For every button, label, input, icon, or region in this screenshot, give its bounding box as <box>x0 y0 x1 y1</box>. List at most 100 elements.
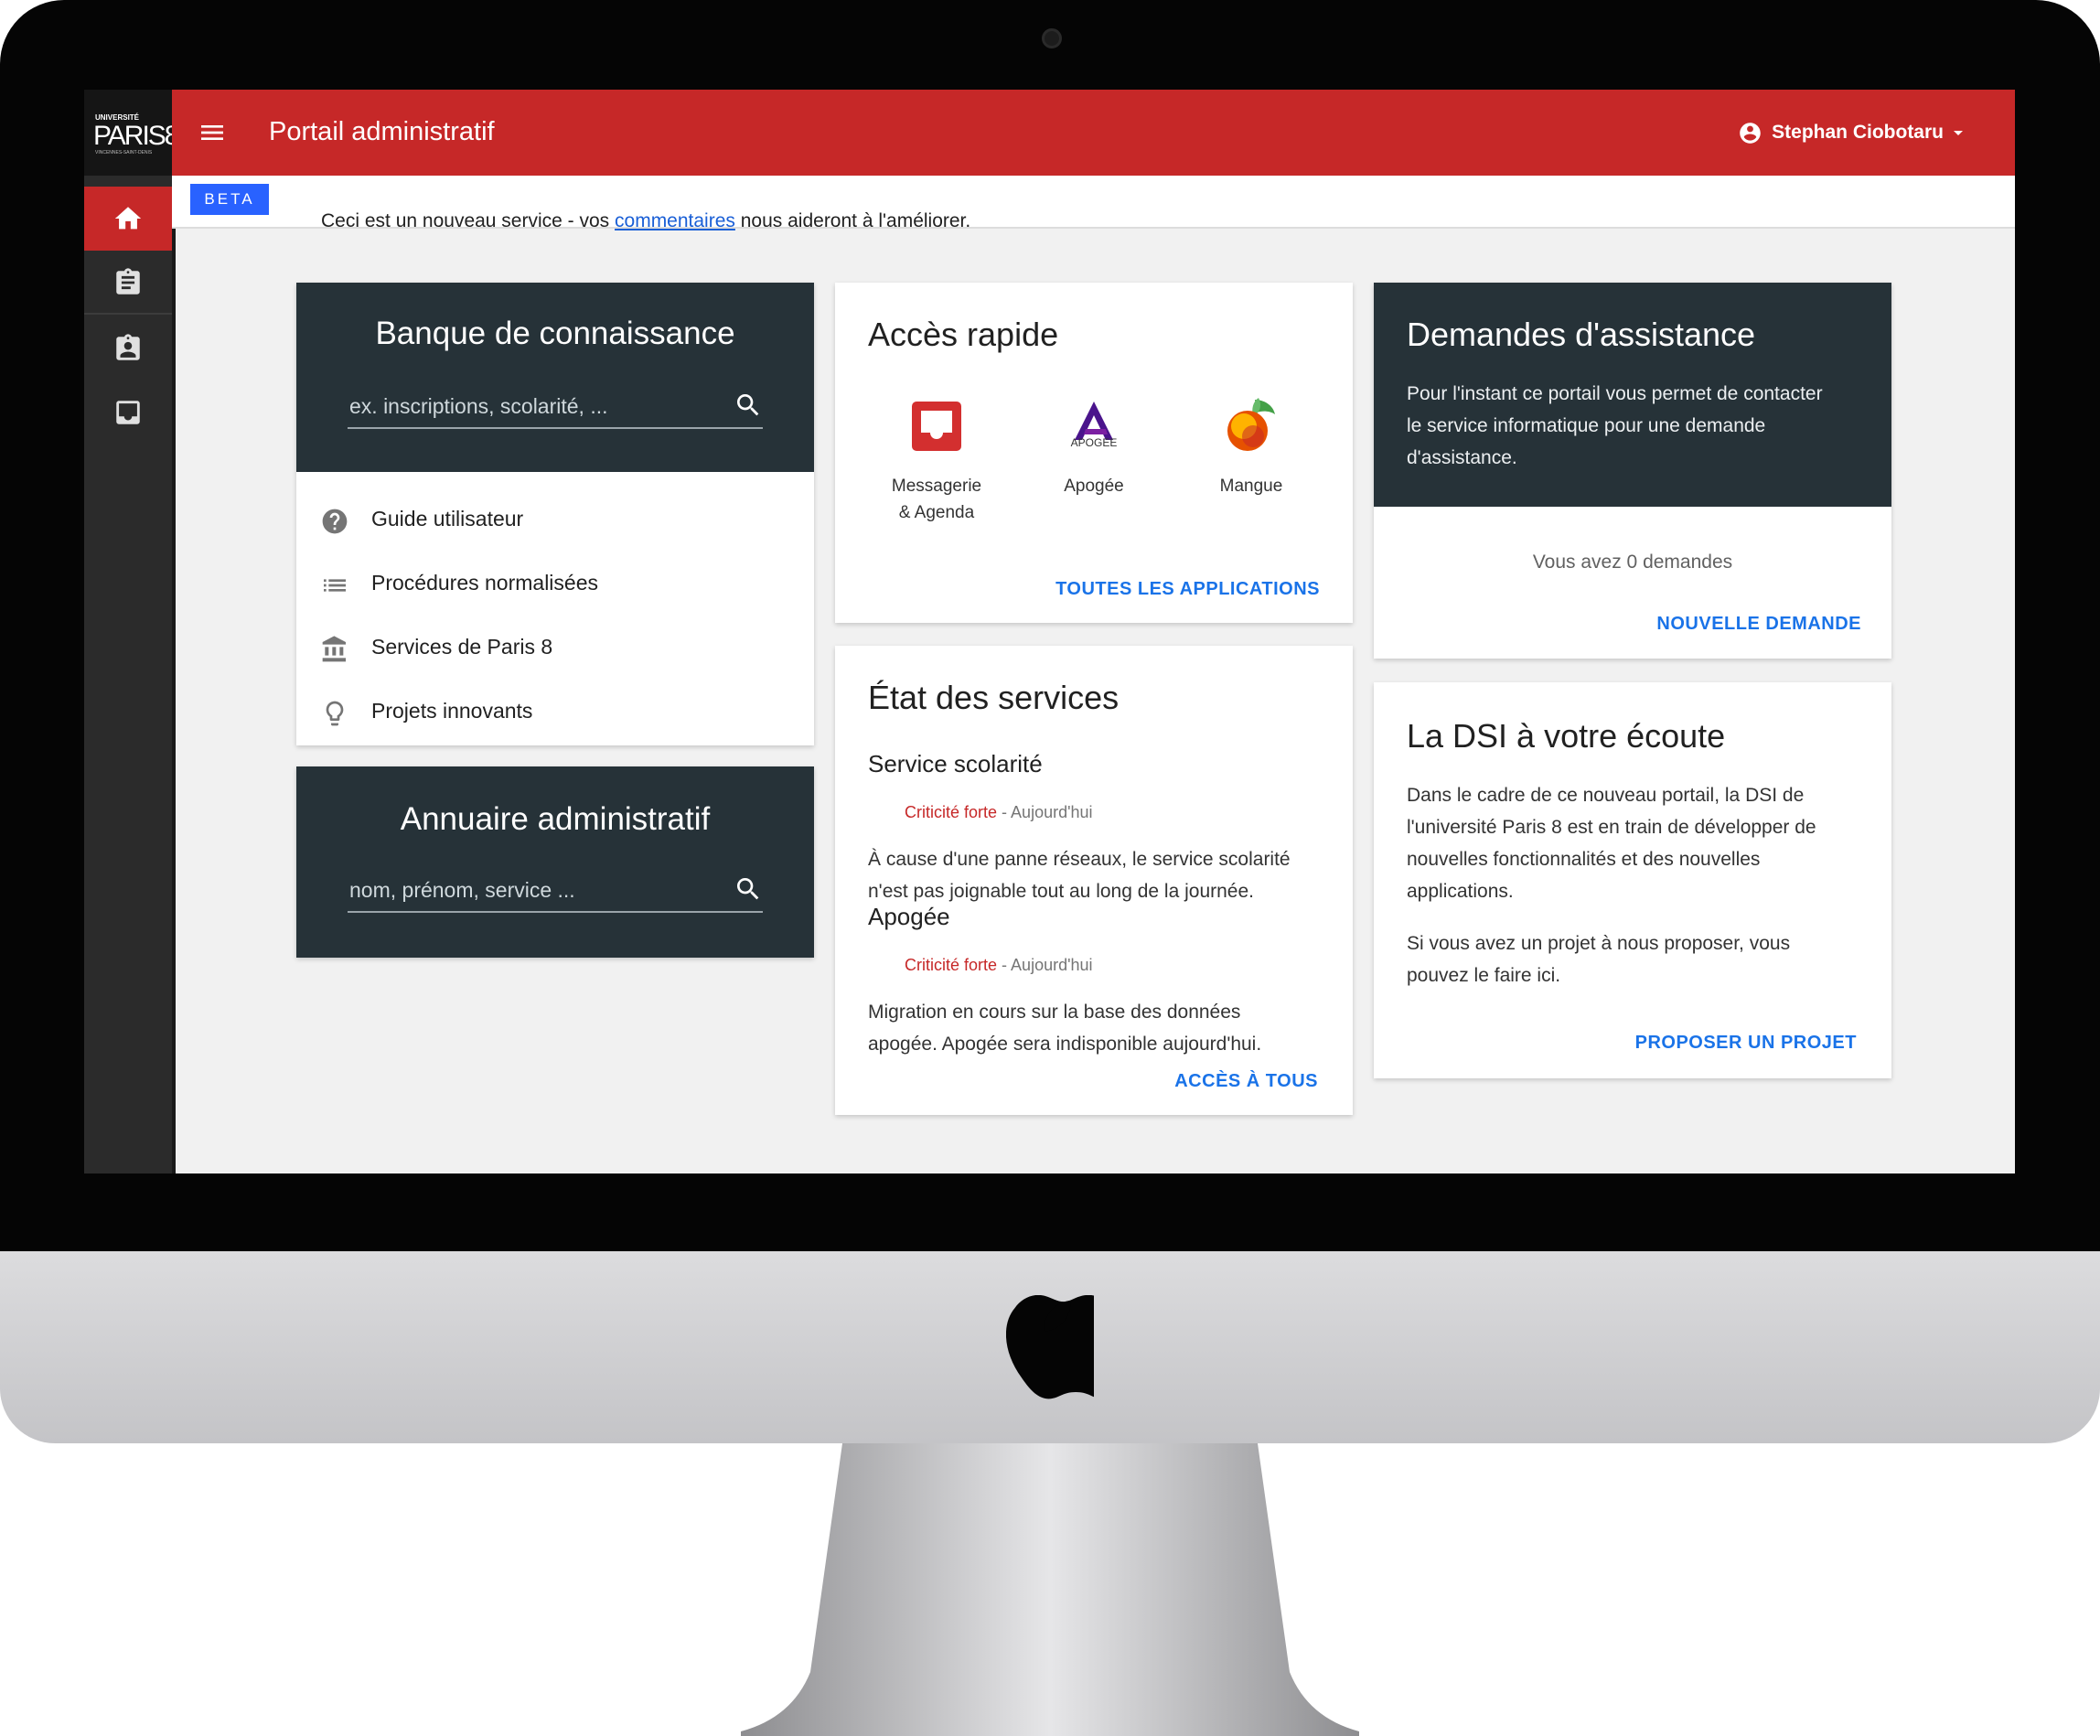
list-icon <box>324 579 346 592</box>
request-count: Vous avez 0 demandes <box>1532 552 1733 573</box>
dsi-paragraph-1: Dans le cadre de ce nouveau portail, la … <box>1407 779 1816 907</box>
user-menu[interactable]: Stephan Ciobotaru <box>1738 117 1969 148</box>
desc-line: apogée. Apogée sera indisponible aujourd… <box>868 1034 1262 1055</box>
menu-icon[interactable] <box>198 118 227 147</box>
camera <box>1042 28 1062 48</box>
app-mangue[interactable]: Mangue <box>1178 398 1324 499</box>
beta-message: Ceci est un nouveau service - vos commen… <box>289 188 970 254</box>
assistance-header: Demandes d'assistance Pour l'instant ce … <box>1374 283 1891 507</box>
home-icon <box>114 207 142 230</box>
top-app-bar: Portail administratif Stephan Ciobotaru <box>172 90 2015 176</box>
list-item-services[interactable]: Services de Paris 8 <box>296 616 814 680</box>
list-item-procedures[interactable]: Procédures normalisées <box>296 552 814 616</box>
assistance-desc: Pour l'instant ce portail vous permet de… <box>1407 378 1823 474</box>
all-apps-button[interactable]: TOUTES LES APPLICATIONS <box>1055 579 1320 600</box>
severity-label: Criticité forte <box>905 956 998 974</box>
sidebar-item-inbox[interactable] <box>84 380 172 445</box>
quick-access-title: Accès rapide <box>868 316 1059 353</box>
bank-icon <box>322 636 346 662</box>
beta-text-after: nous aideront à l'améliorer. <box>734 210 971 231</box>
sidebar-item-assignment-ind[interactable] <box>84 316 172 380</box>
beta-banner: BETA Ceci est un nouveau service - vos c… <box>172 176 2015 231</box>
directory-title: Annuaire administratif <box>400 801 711 837</box>
sidebar-divider <box>84 313 172 315</box>
service-status-title: État des services <box>868 679 1120 716</box>
list-item-projects[interactable]: Projets innovants <box>296 680 814 745</box>
desc-line: pouvez le faire ici. <box>1407 965 1561 986</box>
app-label: Mangue <box>1219 477 1283 496</box>
mail-inbox-icon <box>912 402 961 451</box>
desc-line: Migration en cours sur la base des donné… <box>868 1002 1241 1023</box>
screen: UNIVERSITÉ PARIS8 VINCENNES-SAINT-DENIS … <box>84 90 2015 1173</box>
dsi-title: La DSI à votre écoute <box>1407 717 1726 755</box>
desc-line: Dans le cadre de ce nouveau portail, la … <box>1407 785 1805 806</box>
knowledge-search-input[interactable] <box>348 391 717 422</box>
help-icon <box>322 509 348 534</box>
arrow-drop-down-icon <box>1954 131 1963 135</box>
directory-card: Annuaire administratif <box>296 766 814 958</box>
app-messagerie[interactable]: Messagerie & Agenda <box>863 400 1010 526</box>
desc-line: Si vous avez un projet à nous proposer, … <box>1407 933 1791 954</box>
service-desc: À cause d'une panne réseaux, le service … <box>868 843 1325 907</box>
mango-icon <box>1227 398 1275 451</box>
search-icon[interactable] <box>734 874 763 904</box>
desc-line: l'université Paris 8 est en train de dév… <box>1407 817 1816 838</box>
desc-line: nouvelles fonctionnalités et des nouvell… <box>1407 849 1761 870</box>
list-item-label: Services de Paris 8 <box>371 635 553 659</box>
lightbulb-icon <box>326 701 344 726</box>
list-item-label: Procédures normalisées <box>371 571 599 595</box>
service-date: - Aujourd'hui <box>997 956 1093 974</box>
service-meta: Criticité forte - Aujourd'hui <box>868 937 1325 994</box>
list-item-guide[interactable]: Guide utilisateur <box>296 488 814 552</box>
service-date: - Aujourd'hui <box>997 803 1093 821</box>
search-icon[interactable] <box>734 391 763 420</box>
logo-sub-text: VINCENNES-SAINT-DENIS <box>95 150 153 155</box>
monitor-chin <box>0 1251 2100 1443</box>
desc-line: le service informatique pour une demande <box>1407 415 1766 436</box>
assignment-icon <box>116 268 140 295</box>
access-all-button[interactable]: ACCÈS À TOUS <box>1174 1071 1318 1092</box>
assignment-ind-icon <box>116 334 140 360</box>
sidebar: UNIVERSITÉ PARIS8 VINCENNES-SAINT-DENIS <box>84 90 179 1173</box>
knowledge-search-underline <box>348 427 763 429</box>
desc-line: À cause d'une panne réseaux, le service … <box>868 849 1291 870</box>
inbox-icon <box>116 401 140 424</box>
beta-text-before: Ceci est un nouveau service - vos <box>321 210 616 231</box>
assistance-card: Demandes d'assistance Pour l'instant ce … <box>1374 283 1891 659</box>
logo-main-text: PARIS8 <box>93 121 179 151</box>
app-label: Apogée <box>1064 477 1124 496</box>
sidebar-item-assignment[interactable] <box>84 251 172 315</box>
directory-search-input[interactable] <box>348 874 717 906</box>
service-meta: Criticité forte - Aujourd'hui <box>868 784 1325 841</box>
sidebar-item-home[interactable] <box>84 187 172 251</box>
user-name: Stephan Ciobotaru <box>1772 122 1944 143</box>
knowledge-base-card: Banque de connaissance Guide utilisateur… <box>296 283 814 745</box>
service-desc: Migration en cours sur la base des donné… <box>868 996 1325 1060</box>
feedback-link[interactable]: commentaires <box>615 210 735 231</box>
app-label: Messagerie <box>891 477 982 496</box>
desc-line: d'assistance. <box>1407 447 1517 468</box>
list-item-label: Projets innovants <box>371 699 533 723</box>
service-status-card: État des services Service scolarité Crit… <box>835 646 1353 1115</box>
beta-badge: BETA <box>190 184 269 215</box>
dsi-card: La DSI à votre écoute Dans le cadre de c… <box>1374 682 1891 1078</box>
propose-project-button[interactable]: PROPOSER UN PROJET <box>1635 1033 1857 1054</box>
service-name: Apogée <box>868 903 950 930</box>
desc-line: Pour l'instant ce portail vous permet de… <box>1407 383 1823 404</box>
service-entry: Service scolarité Criticité forte - Aujo… <box>868 750 1325 907</box>
knowledge-base-header: Banque de connaissance <box>296 283 814 472</box>
app-apogee[interactable]: APOGEE Apogée <box>1021 400 1167 499</box>
monitor-stand <box>741 1443 1359 1736</box>
new-request-button[interactable]: NOUVELLE DEMANDE <box>1656 614 1861 635</box>
severity-label: Criticité forte <box>905 803 998 821</box>
assistance-title: Demandes d'assistance <box>1407 316 1756 353</box>
apogee-logo-text: APOGEE <box>1070 436 1118 449</box>
directory-search-underline <box>348 911 763 913</box>
knowledge-base-title: Banque de connaissance <box>375 316 735 351</box>
paris8-logo[interactable]: UNIVERSITÉ PARIS8 VINCENNES-SAINT-DENIS <box>84 90 179 176</box>
dsi-paragraph-2: Si vous avez un projet à nous proposer, … <box>1407 927 1790 991</box>
account-circle-icon <box>1740 122 1761 144</box>
service-name: Service scolarité <box>868 750 1043 777</box>
apple-logo-icon <box>1006 1295 1094 1399</box>
app-label: & Agenda <box>898 503 975 522</box>
